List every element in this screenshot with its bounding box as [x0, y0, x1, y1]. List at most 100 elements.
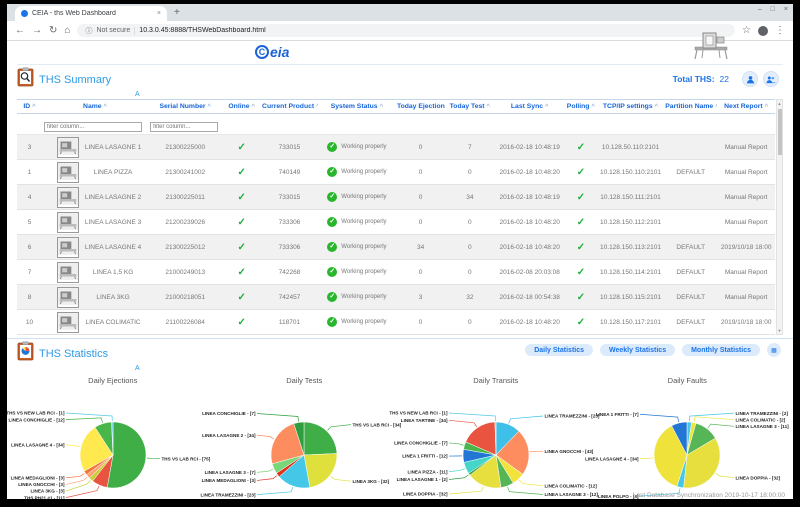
filter-cell [222, 114, 261, 135]
sort-caret-icon[interactable]: ^ [104, 104, 108, 110]
close-icon[interactable]: × [784, 6, 788, 13]
scrollbar-thumb[interactable] [778, 109, 782, 155]
column-header[interactable]: Today Test^ [445, 100, 494, 114]
bookmark-icon[interactable]: ☆ [742, 26, 751, 36]
check-icon: ✓ [577, 142, 585, 153]
stat-button-weekly[interactable]: Weekly Statistics [600, 344, 675, 356]
table-row[interactable]: 10LINEA COLIMATIC21100226084✓118701✓Work… [17, 310, 775, 335]
sort-caret-icon[interactable]: ^ [487, 104, 491, 110]
pie-label: THS VS LAB RCI - [75] [161, 456, 210, 461]
filter-serial-input[interactable] [150, 122, 217, 132]
table-row[interactable]: 5LINEA LASAGNE 321200239026✓733306✓Worki… [17, 210, 775, 235]
cell-online: ✓ [222, 185, 261, 210]
label-leader-line [519, 480, 543, 486]
cell-last-sync: 2016-02-18 10:48:19 [494, 185, 564, 210]
user-button[interactable] [742, 71, 758, 87]
column-header[interactable]: Today Ejection^ [396, 100, 445, 114]
cell-online: ✓ [222, 210, 261, 235]
cell-name: LINEA LASAGNE 4 [42, 235, 148, 260]
check-icon: ✓ [238, 167, 246, 178]
filter-name-input[interactable] [44, 122, 142, 132]
cell-next-report: Manual Report [717, 160, 775, 185]
stat-button-daily[interactable]: Daily Statistics [525, 344, 593, 356]
cell-last-sync: 2016-02-18 10:48:20 [494, 310, 564, 335]
pie-label: LINEA LASAGNE 2 - [34] [202, 433, 256, 438]
cell-id: 8 [17, 285, 42, 310]
column-header[interactable]: ID^ [17, 100, 42, 114]
column-header[interactable]: Serial Number^ [148, 100, 222, 114]
sort-caret-icon[interactable]: ^ [32, 104, 36, 110]
table-row[interactable]: 6LINEA LASAGNE 421300225012✓733306✓Worki… [17, 235, 775, 260]
cell-id: 10 [17, 310, 42, 335]
new-tab-button[interactable]: + [174, 7, 180, 18]
scroll-down-icon[interactable]: ▼ [777, 328, 782, 333]
table-header-row: ID^Name^Serial Number^Online^Current Pro… [17, 100, 775, 114]
cell-next-report: 2019/10/18 18:00 [717, 235, 775, 260]
info-icon[interactable]: ⓘ [85, 26, 92, 36]
column-header[interactable]: System Status^ [318, 100, 396, 114]
sort-caret-icon[interactable]: ^ [545, 104, 549, 110]
label-leader-line [708, 424, 734, 428]
table-row[interactable]: 8LINEA 3KG21000218051✓742457✓Working pro… [17, 285, 775, 310]
minimize-icon[interactable]: – [758, 6, 762, 13]
sort-caret-icon[interactable]: ^ [380, 104, 384, 110]
cell-id: 3 [17, 135, 42, 160]
pie-label: LINEA 1 FRITTI - [7] [596, 412, 639, 417]
sort-caret-icon[interactable]: ^ [765, 104, 769, 110]
label-leader-line [449, 413, 495, 421]
table-row[interactable]: 7LINEA 1,5 KG21000249013✓742268✓Working … [17, 260, 775, 285]
pie-label: LINEA LASAGNE 1 - [2] [396, 477, 447, 482]
page-header: Ceia [17, 41, 783, 65]
profile-avatar[interactable] [758, 26, 768, 36]
sort-caret-icon[interactable]: ^ [316, 104, 318, 110]
column-header[interactable]: Partition Name^ [664, 100, 717, 114]
maximize-icon[interactable]: □ [771, 6, 775, 13]
browser-tab[interactable]: CEIA - ths Web Dashboard × [15, 6, 167, 21]
column-header[interactable]: Current Product^ [261, 100, 318, 114]
cell-next-report: Manual Report [717, 135, 775, 160]
stat-button-monthly[interactable]: Monthly Statistics [682, 344, 760, 356]
column-header[interactable]: Online^ [222, 100, 261, 114]
sort-caret-icon[interactable]: ^ [208, 104, 212, 110]
pie-label: THS VS NEW LAB RCI - [1] [7, 411, 65, 416]
label-leader-line [530, 451, 543, 452]
cell-ejection: 3 [396, 285, 445, 310]
sort-caret-icon[interactable]: ^ [715, 104, 717, 110]
cell-last-sync: 2016-02-18 10:48:19 [494, 135, 564, 160]
statistics-options-button[interactable]: ▦ [767, 343, 781, 357]
table-row[interactable]: 4LINEA LASAGNE 221300225011✓733015✓Worki… [17, 185, 775, 210]
table-row[interactable]: 1LINEA PIZZA21300241002✓740149✓Working p… [17, 160, 775, 185]
column-header[interactable]: TCP/IP settings^ [597, 100, 664, 114]
back-icon[interactable]: ← [15, 26, 25, 36]
home-icon[interactable]: ⌂ [64, 26, 70, 36]
statistics-title: THS Statistics [39, 348, 108, 360]
sort-caret-icon[interactable]: ^ [655, 104, 659, 110]
cell-tcpip: 10.128.150.112:2101 [597, 210, 664, 235]
label-leader-line [507, 487, 542, 495]
chart-title: Daily Faults [592, 376, 784, 385]
sort-caret-icon[interactable]: ^ [591, 104, 595, 110]
sort-caret-icon[interactable]: ^ [252, 104, 256, 110]
filter-cell [148, 114, 222, 135]
column-header[interactable]: Polling^ [565, 100, 597, 114]
cell-status: ✓Working properly [318, 160, 396, 185]
cell-status: ✓Working properly [318, 235, 396, 260]
table-row[interactable]: 3LINEA LASAGNE 121300225000✓733015✓Worki… [17, 135, 775, 160]
reload-icon[interactable]: ↻ [49, 26, 57, 36]
label-leader-line [257, 487, 293, 495]
column-header[interactable]: Name^ [42, 100, 148, 114]
cell-polling: ✓ [565, 310, 597, 335]
menu-icon[interactable]: ⋮ [775, 26, 785, 36]
pie-label: LINEA DOPPIA - [32] [736, 475, 781, 480]
tab-strip: CEIA - ths Web Dashboard × + – □ × [7, 4, 793, 21]
forward-icon[interactable]: → [32, 26, 42, 36]
address-bar[interactable]: ⓘ Not secure 10.3.0.45:8888/THSWebDashbo… [77, 24, 735, 37]
table-scrollbar[interactable]: ▲ ▼ [776, 99, 783, 335]
column-header[interactable]: Next Report^ [717, 100, 775, 114]
pie-label: LINEA TARTINE - [34] [401, 418, 448, 423]
scroll-up-icon[interactable]: ▲ [777, 101, 782, 106]
users-button[interactable] [763, 71, 779, 87]
tab-close-icon[interactable]: × [157, 10, 161, 17]
url-text[interactable]: 10.3.0.45:8888/THSWebDashboard.html [139, 27, 265, 34]
column-header[interactable]: Last Sync^ [494, 100, 564, 114]
